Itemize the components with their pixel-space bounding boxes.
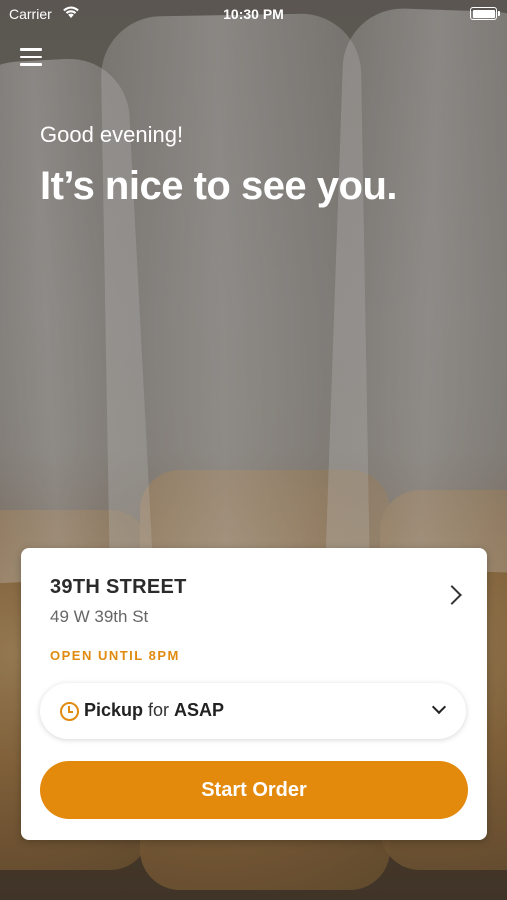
headline-text: It’s nice to see you. — [40, 164, 398, 208]
location-card: 39TH STREET 49 W 39th St OPEN UNTIL 8PM … — [21, 548, 487, 840]
chevron-right-icon — [442, 585, 462, 605]
clock-time: 10:30 PM — [223, 6, 284, 22]
location-address: 49 W 39th St — [50, 607, 149, 626]
hours-label: OPEN UNTIL 8PM — [50, 648, 180, 663]
clock-icon — [60, 702, 79, 721]
battery-icon — [470, 7, 500, 20]
hamburger-menu-icon[interactable] — [20, 48, 42, 68]
order-time-value: ASAP — [174, 700, 225, 720]
order-mode-value: Pickup — [84, 700, 144, 720]
location-name: 39TH STREET — [50, 576, 187, 598]
chevron-down-icon — [431, 699, 447, 715]
order-mode-connector: for — [143, 700, 175, 720]
order-mode-dropdown[interactable]: Pickup for ASAP — [40, 683, 466, 739]
start-order-button[interactable]: Start Order — [40, 761, 468, 819]
order-mode-text: Pickup for ASAP — [84, 700, 224, 721]
greeting-text: Good evening! — [40, 122, 184, 147]
location-selector[interactable]: 39TH STREET 49 W 39th St — [21, 548, 487, 648]
status-bar: Carrier 10:30 PM — [0, 0, 507, 28]
